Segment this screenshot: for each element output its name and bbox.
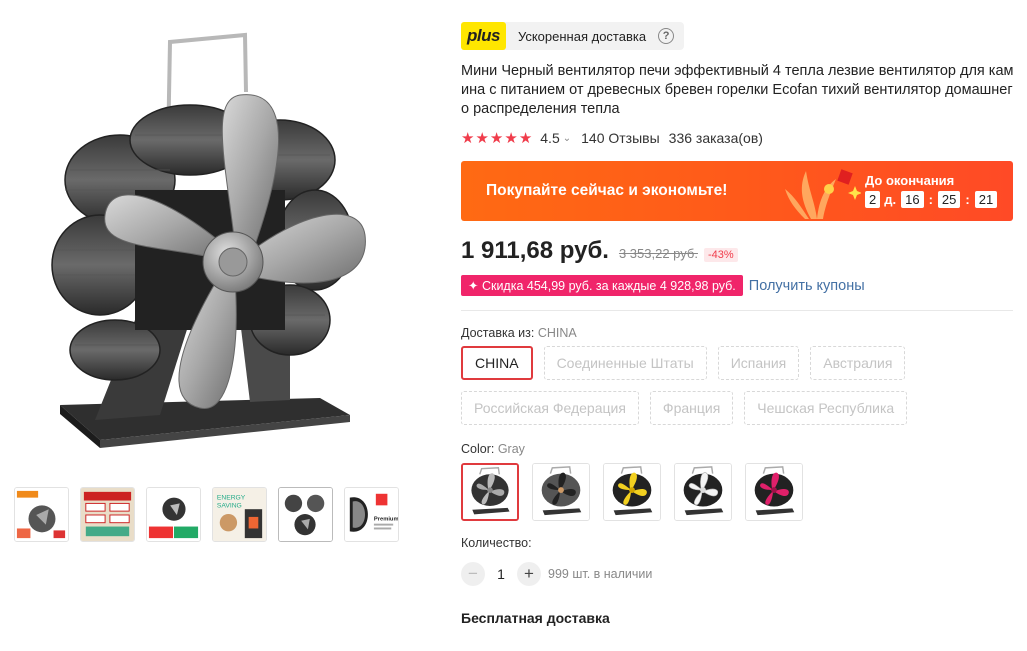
svg-text:ENERGY: ENERGY	[217, 495, 246, 502]
plus-delivery-label: Ускоренная доставка	[517, 28, 647, 44]
color-label: Color: Gray	[461, 442, 1016, 456]
color-swatch-yellow[interactable]	[603, 463, 661, 521]
color-swatches	[461, 463, 1016, 521]
coupon-row: ✦ Скидка 454,99 руб. за каждые 4 928,98 …	[461, 275, 1016, 296]
countdown-days-unit: д.	[884, 192, 897, 207]
countdown-separator: :	[965, 192, 970, 207]
svg-text:SAVING: SAVING	[217, 502, 242, 509]
plus-icon[interactable]: +	[517, 562, 541, 586]
thumbnail[interactable]	[146, 487, 201, 542]
thumbnail[interactable]: ENERGY SAVING	[212, 487, 267, 542]
color-selected-value: Gray	[497, 442, 525, 456]
color-label-text: Color:	[461, 442, 495, 456]
thumbnail[interactable]	[80, 487, 135, 542]
shipping-option-usa[interactable]: Соединенные Штаты	[543, 346, 707, 380]
promo-banner[interactable]: Покупайте сейчас и экономьте! До окончан…	[461, 161, 1013, 221]
countdown-label: До окончания	[865, 173, 955, 188]
coupon-badge[interactable]: ✦ Скидка 454,99 руб. за каждые 4 928,98 …	[461, 275, 743, 296]
color-swatch-white[interactable]	[674, 463, 732, 521]
color-swatch-black[interactable]	[532, 463, 590, 521]
countdown-separator: :	[928, 192, 933, 207]
shipping-option-australia[interactable]: Австралия	[810, 346, 906, 380]
promo-decoration-icon	[785, 169, 861, 219]
countdown-hours: 16	[901, 191, 924, 208]
star-icon: ★	[489, 130, 504, 147]
rating-stars: ★ ★ ★ ★ ★	[461, 129, 532, 147]
svg-text:Premium: Premium	[374, 517, 398, 523]
thumbnail-strip: ENERGY SAVING Premium	[14, 487, 399, 542]
product-title: Мини Черный вентилятор печи эффективный …	[461, 63, 1014, 117]
stock-count: 999 шт. в наличии	[548, 567, 653, 581]
quantity-label: Количество:	[461, 536, 532, 550]
reviews-link[interactable]: 140 Отзывы	[581, 130, 660, 146]
rating-row: ★ ★ ★ ★ ★ 4.5 ⌄ 140 Отзывы 336 заказа(ов…	[461, 129, 1016, 147]
promo-text: Покупайте сейчас и экономьте!	[486, 182, 728, 199]
rating-value[interactable]: 4.5	[540, 130, 559, 146]
shipping-label-text: Доставка из:	[461, 326, 535, 340]
main-product-image[interactable]	[40, 30, 370, 450]
thumbnail[interactable]	[278, 487, 333, 542]
star-icon: ★	[518, 130, 533, 147]
shipping-selected-value: CHINA	[537, 326, 577, 340]
quantity-value[interactable]: 1	[485, 566, 517, 582]
current-price: 1 911,68 руб.	[461, 237, 609, 264]
chevron-down-icon[interactable]: ⌄	[563, 133, 571, 144]
countdown: До окончания 2 д. 16 : 25 : 21	[865, 173, 998, 208]
quantity-stepper: − 1 + 999 шт. в наличии	[461, 562, 1016, 586]
countdown-digits: 2 д. 16 : 25 : 21	[865, 191, 998, 208]
product-gallery: ENERGY SAVING Premium	[0, 0, 420, 651]
shipping-option-russia[interactable]: Российская Федерация	[461, 391, 639, 425]
countdown-days: 2	[865, 191, 881, 208]
star-icon: ★	[475, 130, 489, 147]
old-price: 3 353,22 руб.	[618, 246, 698, 261]
shipping-option-czech[interactable]: Чешская Республика	[744, 391, 908, 425]
free-shipping-label: Бесплатная доставка	[461, 610, 610, 626]
shipping-from-label: Доставка из: CHINA	[461, 326, 1016, 340]
shipping-option-spain[interactable]: Испания	[717, 346, 800, 380]
get-coupons-link[interactable]: Получить купоны	[749, 278, 865, 294]
product-info: plus Ускоренная доставка ? Мини Черный в…	[461, 22, 1016, 626]
shipping-options: CHINA Соединенные Штаты Испания Австрали…	[461, 346, 981, 425]
help-icon[interactable]: ?	[658, 28, 675, 44]
divider	[461, 310, 1013, 311]
thumbnail[interactable]: Premium	[344, 487, 399, 542]
plus-logo: plus	[461, 22, 506, 50]
shipping-option-china[interactable]: CHINA	[461, 346, 533, 380]
discount-badge: -43%	[703, 248, 738, 262]
minus-icon[interactable]: −	[461, 562, 485, 586]
star-icon: ★	[504, 130, 518, 147]
price-row: 1 911,68 руб. 3 353,22 руб. -43%	[461, 237, 1016, 267]
orders-count: 336 заказа(ов)	[668, 130, 763, 146]
color-swatch-pink[interactable]	[745, 463, 803, 521]
shipping-option-france[interactable]: Франция	[649, 391, 734, 425]
thumbnail[interactable]	[14, 487, 69, 542]
countdown-minutes: 25	[937, 191, 961, 208]
plus-delivery-banner[interactable]: plus Ускоренная доставка ?	[461, 22, 685, 50]
color-swatch-gray[interactable]	[461, 463, 519, 521]
star-icon: ★	[461, 130, 475, 147]
countdown-seconds: 21	[974, 191, 998, 208]
